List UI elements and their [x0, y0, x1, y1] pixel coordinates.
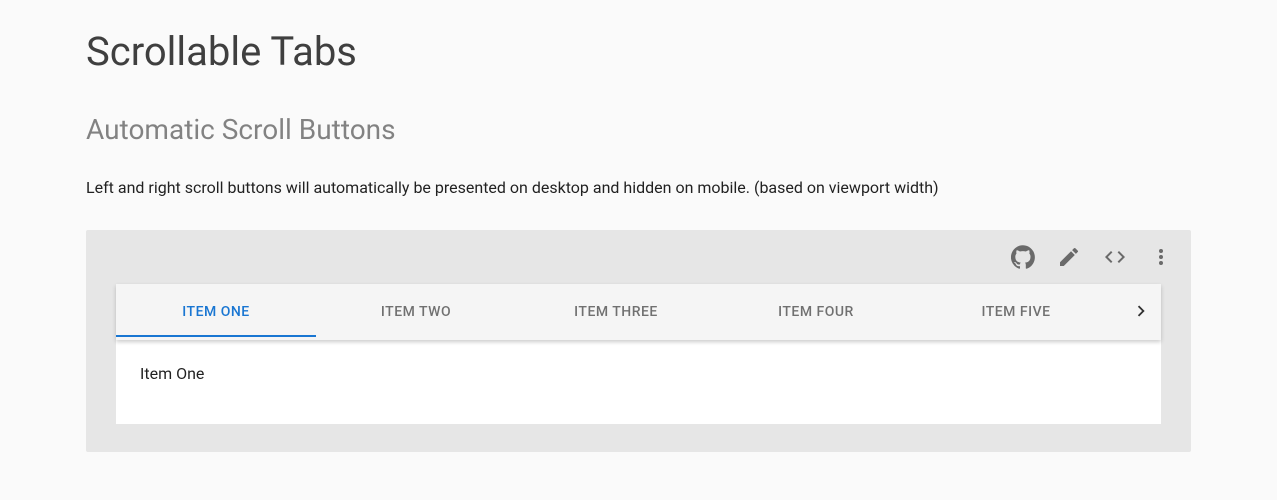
demo-panel: ITEM ONE ITEM TWO ITEM THREE ITEM FOUR I… [86, 230, 1191, 452]
tab-item-three[interactable]: ITEM THREE [516, 287, 716, 337]
tab-item-four[interactable]: ITEM FOUR [716, 287, 916, 337]
tab-label: ITEM FOUR [778, 304, 854, 320]
tab-item-two[interactable]: ITEM TWO [316, 287, 516, 337]
section-subtitle: Automatic Scroll Buttons [86, 113, 1191, 146]
tabs-card: ITEM ONE ITEM TWO ITEM THREE ITEM FOUR I… [116, 284, 1161, 424]
tab-panel: Item One [116, 340, 1161, 424]
tab-label: ITEM FIVE [981, 304, 1050, 320]
more-button[interactable] [1141, 238, 1181, 278]
edit-icon [1057, 245, 1081, 272]
page-title: Scrollable Tabs [86, 28, 1191, 75]
github-icon [1011, 245, 1035, 272]
tabs-scroller[interactable]: ITEM ONE ITEM TWO ITEM THREE ITEM FOUR I… [116, 287, 1161, 337]
code-button[interactable] [1095, 238, 1135, 278]
tab-item-five[interactable]: ITEM FIVE [916, 287, 1116, 337]
demo-toolbar [86, 230, 1191, 284]
tabs-bar: ITEM ONE ITEM TWO ITEM THREE ITEM FOUR I… [116, 284, 1161, 340]
more-vert-icon [1149, 245, 1173, 272]
tab-item-one[interactable]: ITEM ONE [116, 287, 316, 337]
section-description: Left and right scroll buttons will autom… [86, 176, 1191, 200]
tab-label: ITEM TWO [381, 304, 451, 320]
scroll-right-button[interactable] [1121, 284, 1161, 340]
tab-label: ITEM ONE [182, 304, 249, 320]
edit-button[interactable] [1049, 238, 1089, 278]
tab-label: ITEM THREE [574, 304, 658, 320]
code-icon [1103, 245, 1127, 272]
github-button[interactable] [1003, 238, 1043, 278]
chevron-right-icon [1130, 300, 1152, 325]
